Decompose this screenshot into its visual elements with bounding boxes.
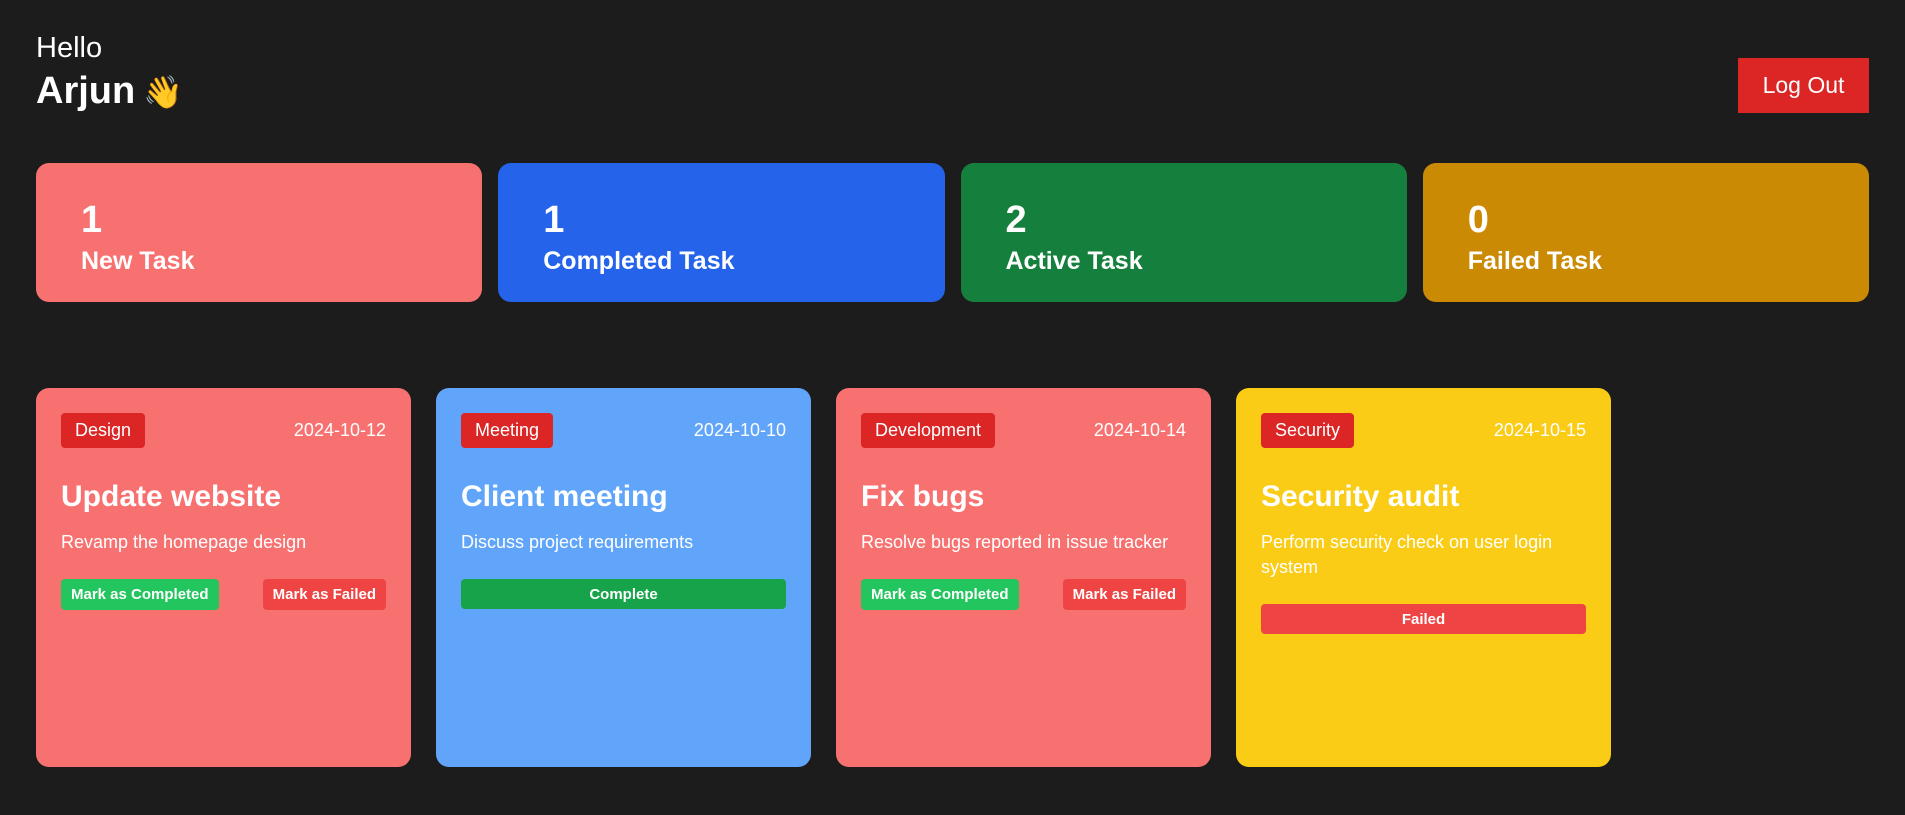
task-title: Client meeting: [461, 480, 668, 513]
stat-label: Active Task: [1005, 247, 1143, 275]
task-card: Design 2024-10-12 Update website Revamp …: [36, 388, 411, 767]
stat-completed-task: 1 Completed Task: [498, 163, 945, 302]
stat-active-task: 2 Active Task: [960, 163, 1407, 302]
task-date: 2024-10-10: [693, 420, 786, 440]
category-badge: Meeting: [461, 413, 554, 448]
task-card-header: Meeting 2024-10-10: [461, 413, 786, 448]
category-badge: Development: [861, 413, 996, 448]
task-card-header: Design 2024-10-12: [61, 413, 386, 448]
logout-button[interactable]: Log Out: [1738, 58, 1869, 113]
task-card-header: Security 2024-10-15: [1261, 413, 1586, 448]
task-card: Security 2024-10-15 Security audit Perfo…: [1236, 388, 1611, 767]
task-description: Resolve bugs reported in issue tracker: [861, 532, 1169, 552]
dashboard-page: Hello Arjun 👋 Log Out 1 New Task 1 Compl…: [0, 0, 1905, 815]
header: Hello Arjun 👋 Log Out: [36, 0, 1869, 140]
task-date: 2024-10-12: [293, 420, 386, 440]
task-title: Security audit: [1261, 480, 1460, 513]
mark-failed-button[interactable]: Mark as Failed: [262, 579, 386, 611]
stat-label: New Task: [81, 247, 195, 275]
mark-failed-button[interactable]: Mark as Failed: [1062, 579, 1186, 611]
task-card-header: Development 2024-10-14: [861, 413, 1186, 448]
stat-new-task: 1 New Task: [36, 163, 483, 302]
task-date: 2024-10-14: [1093, 420, 1186, 440]
mark-completed-button[interactable]: Mark as Completed: [861, 579, 1019, 611]
greeting-text: Hello: [36, 32, 103, 64]
stat-label: Completed Task: [543, 247, 735, 275]
username-heading: Arjun 👋: [36, 70, 183, 113]
task-actions: Mark as Completed Mark as Failed: [61, 579, 386, 611]
task-title: Fix bugs: [861, 480, 985, 513]
task-date: 2024-10-15: [1493, 420, 1586, 440]
stat-failed-task: 0 Failed Task: [1422, 163, 1869, 302]
task-description: Perform security check on user login sys…: [1261, 532, 1553, 578]
task-stats: 1 New Task 1 Completed Task 2 Active Tas…: [36, 163, 1869, 302]
task-description: Discuss project requirements: [461, 532, 694, 552]
stat-count: 1: [81, 199, 103, 241]
stat-count: 0: [1467, 199, 1489, 241]
stat-label: Failed Task: [1467, 247, 1603, 275]
task-card: Meeting 2024-10-10 Client meeting Discus…: [436, 388, 811, 767]
mark-completed-button[interactable]: Mark as Completed: [61, 579, 219, 611]
task-description: Revamp the homepage design: [61, 532, 307, 552]
stat-count: 1: [543, 199, 565, 241]
stat-count: 2: [1005, 199, 1027, 241]
category-badge: Security: [1261, 413, 1355, 448]
failed-status-button[interactable]: Failed: [1261, 604, 1586, 635]
username-text: Arjun: [36, 70, 136, 112]
complete-status-button[interactable]: Complete: [461, 579, 786, 610]
category-badge: Design: [61, 413, 146, 448]
task-title: Update website: [61, 480, 282, 513]
task-card: Development 2024-10-14 Fix bugs Resolve …: [836, 388, 1211, 767]
task-list: Design 2024-10-12 Update website Revamp …: [36, 388, 1869, 767]
waving-hand-icon: 👋: [143, 73, 184, 110]
task-actions: Mark as Completed Mark as Failed: [861, 579, 1186, 611]
